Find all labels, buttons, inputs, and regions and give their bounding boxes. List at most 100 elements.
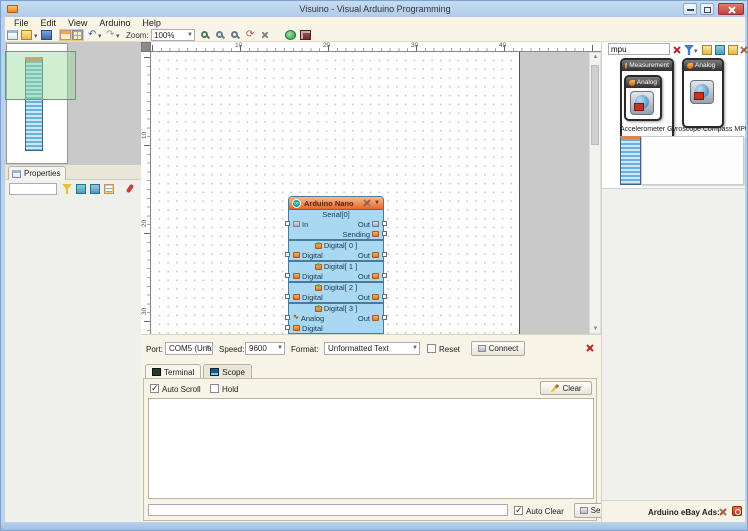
arduino-nano-component[interactable]: ∞ Arduino Nano ▼ Serial[0] In Out Sendin… (285, 196, 387, 334)
category-label: Measurement (629, 62, 669, 69)
filter-dropdown-icon[interactable]: ▾ (694, 47, 698, 55)
send-input[interactable] (148, 504, 508, 516)
layout-toggle-icon[interactable] (59, 29, 72, 41)
reset-label: Reset (439, 345, 460, 354)
ads-tools-icon[interactable] (718, 507, 727, 516)
undo-dropdown-icon[interactable]: ▾ (98, 32, 102, 40)
category-card-analog[interactable]: Analog (682, 58, 724, 128)
category-header[interactable]: Measurement (622, 60, 672, 71)
output-pin[interactable] (382, 294, 387, 299)
web-icon[interactable] (285, 30, 296, 40)
clear-search-icon[interactable] (672, 45, 681, 54)
save-icon[interactable] (41, 30, 52, 40)
format-value: Unformatted Text (328, 344, 389, 353)
category-header[interactable]: Analog (684, 60, 722, 71)
filter-icon[interactable] (62, 184, 72, 194)
chevron-down-icon: ▼ (277, 345, 283, 351)
input-pin[interactable] (285, 221, 290, 226)
mpu9250-component-icon[interactable] (630, 91, 654, 115)
redo-icon[interactable]: ↷ (106, 29, 114, 40)
minimize-button[interactable] (683, 3, 697, 15)
bottom-panel: Port: COM5 (Unava ▼ Speed: 9600 ▼ Format… (141, 334, 615, 522)
scrollbar-thumb[interactable] (591, 65, 599, 145)
mpu9250-component-icon[interactable] (690, 80, 714, 104)
close-button[interactable] (718, 3, 744, 15)
scroll-up-icon[interactable]: ▲ (591, 54, 600, 60)
component-tools-icon[interactable] (363, 199, 371, 207)
design-canvas[interactable]: 10 20 30 40 10 20 30 ▲ ▼ ∞ Arduino Nano … (141, 42, 601, 334)
input-pin[interactable] (285, 315, 290, 320)
palette-tools-icon[interactable] (740, 46, 747, 54)
pin-icon[interactable] (125, 183, 135, 194)
tab-properties[interactable]: Properties (8, 166, 66, 180)
refresh-icon[interactable]: ⟳ (246, 29, 254, 40)
format-select[interactable]: Unformatted Text ▼ (324, 342, 420, 355)
maximize-button[interactable] (700, 3, 714, 15)
input-pin[interactable] (285, 252, 290, 257)
menu-help[interactable]: Help (137, 18, 166, 28)
zoom-in-icon[interactable] (201, 31, 208, 38)
output-pin[interactable] (382, 252, 387, 257)
search-result-item[interactable] (641, 136, 744, 185)
menu-edit[interactable]: Edit (36, 18, 62, 28)
search-result-thumbnail[interactable] (620, 136, 641, 185)
output-pin[interactable] (382, 221, 387, 226)
collapse-categories-icon[interactable] (728, 45, 738, 55)
output-pin[interactable] (382, 231, 387, 236)
subcategory-header[interactable]: Analog (626, 77, 660, 88)
menu-arduino[interactable]: Arduino (94, 18, 135, 28)
subcategory-card-analog[interactable]: Analog (624, 75, 662, 121)
analog-io-row: ∿ Analog Out (285, 313, 387, 323)
speed-select[interactable]: 9600 ▼ (245, 342, 285, 355)
undo-icon[interactable]: ↶ (88, 29, 96, 40)
zoom-out-icon[interactable] (216, 31, 223, 38)
chevron-down-icon[interactable]: ▼ (374, 200, 380, 206)
auto-scroll-checkbox[interactable] (150, 383, 159, 394)
grid-toggle-icon[interactable] (71, 29, 84, 41)
expand-categories-icon[interactable] (715, 45, 725, 55)
navigator-viewport-rect[interactable] (5, 51, 76, 100)
expand-all-icon[interactable] (76, 184, 86, 194)
port-select[interactable]: COM5 (Unava ▼ (165, 342, 213, 355)
component-header[interactable]: ∞ Arduino Nano ▼ (289, 197, 383, 210)
scroll-down-icon[interactable]: ▼ (591, 326, 600, 332)
zoom-fit-icon[interactable] (231, 31, 238, 38)
component-palette-panel: ▾ Measurement Analog (601, 42, 747, 522)
new-document-icon[interactable] (7, 30, 18, 40)
overview-navigator[interactable] (5, 42, 141, 165)
connect-button[interactable]: Connect (471, 341, 525, 356)
open-dropdown-icon[interactable]: ▾ (34, 32, 38, 40)
input-pin[interactable] (285, 294, 290, 299)
disconnect-icon[interactable] (585, 343, 594, 352)
tab-terminal[interactable]: Terminal (145, 364, 202, 379)
open-icon[interactable] (21, 30, 32, 40)
auto-clear-checkbox[interactable] (514, 505, 523, 516)
tab-scope[interactable]: Scope (203, 364, 252, 379)
canvas-vertical-scrollbar[interactable]: ▲ ▼ (589, 52, 601, 334)
output-pin[interactable] (382, 273, 387, 278)
package-icon[interactable] (300, 30, 311, 40)
channel-icon (314, 283, 322, 291)
menu-file[interactable]: File (9, 18, 34, 28)
serial-sending-row: Sending (289, 229, 387, 239)
redo-dropdown-icon[interactable]: ▾ (116, 32, 120, 40)
properties-filter-input[interactable] (9, 183, 57, 195)
collapse-all-icon[interactable] (90, 184, 100, 194)
h-ruler-tick: 30 (411, 42, 419, 49)
zoom-select[interactable]: 100% ▼ (151, 29, 195, 41)
hold-checkbox[interactable] (210, 384, 219, 393)
digital-io-row: Digital Out (285, 271, 387, 281)
delete-icon[interactable] (261, 31, 269, 39)
new-category-icon[interactable] (702, 45, 712, 55)
terminal-output[interactable] (148, 398, 594, 499)
clear-button[interactable]: Clear (540, 381, 592, 395)
input-pin[interactable] (285, 325, 290, 330)
menu-view[interactable]: View (63, 18, 92, 28)
input-pin[interactable] (285, 273, 290, 278)
component-search-input[interactable] (608, 43, 670, 55)
palette-filter-icon[interactable] (684, 45, 694, 55)
reset-checkbox[interactable] (427, 344, 436, 353)
category-view-icon[interactable] (104, 184, 114, 194)
output-pin[interactable] (382, 315, 387, 320)
ads-close-icon[interactable] (732, 506, 742, 516)
